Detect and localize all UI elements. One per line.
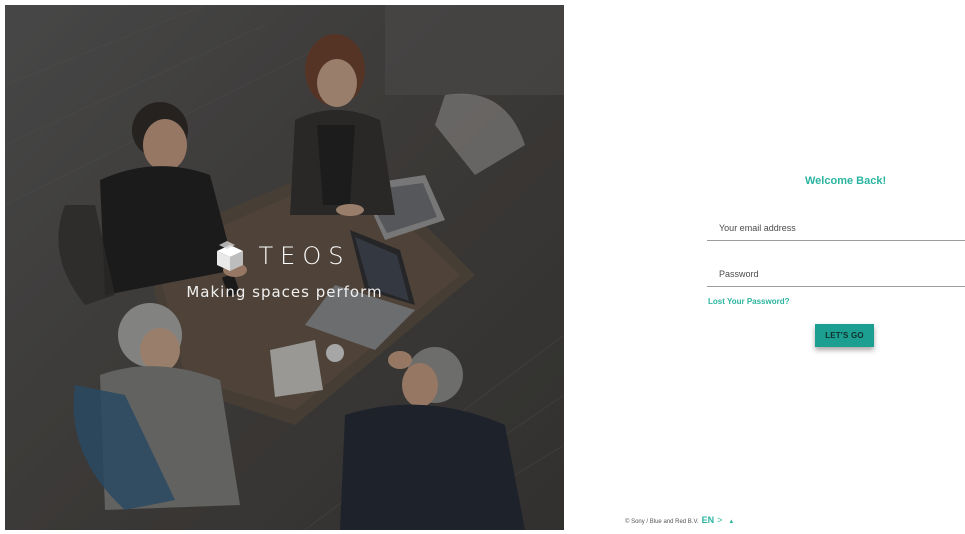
password-field-container [707, 262, 965, 287]
login-page: TEOS Making spaces perform Welcome Back!… [0, 0, 965, 534]
welcome-heading: Welcome Back! [805, 175, 887, 187]
brand-name: TEOS [258, 242, 351, 270]
hero-image-panel: TEOS Making spaces perform [5, 5, 564, 530]
footer: © Sony / Blue and Red B.V. EN > ▲ [625, 515, 734, 525]
email-field[interactable] [707, 216, 965, 240]
language-selector[interactable]: EN [702, 515, 715, 525]
email-field-container [707, 216, 965, 241]
brand-block: TEOS Making spaces perform [5, 241, 564, 301]
login-panel: Welcome Back! Lost Your Password? LET'S … [565, 0, 965, 534]
teos-cube-logo-icon [216, 241, 243, 271]
language-arrow-icon[interactable]: > [717, 515, 722, 525]
copyright-text: © Sony / Blue and Red B.V. [625, 519, 699, 525]
brand-row: TEOS [5, 241, 564, 271]
lost-password-link[interactable]: Lost Your Password? [708, 297, 790, 306]
brand-tagline: Making spaces perform [186, 283, 383, 301]
language-caret-icon[interactable]: ▲ [728, 519, 734, 525]
lets-go-button[interactable]: LET'S GO [815, 324, 874, 347]
password-field[interactable] [707, 262, 965, 286]
